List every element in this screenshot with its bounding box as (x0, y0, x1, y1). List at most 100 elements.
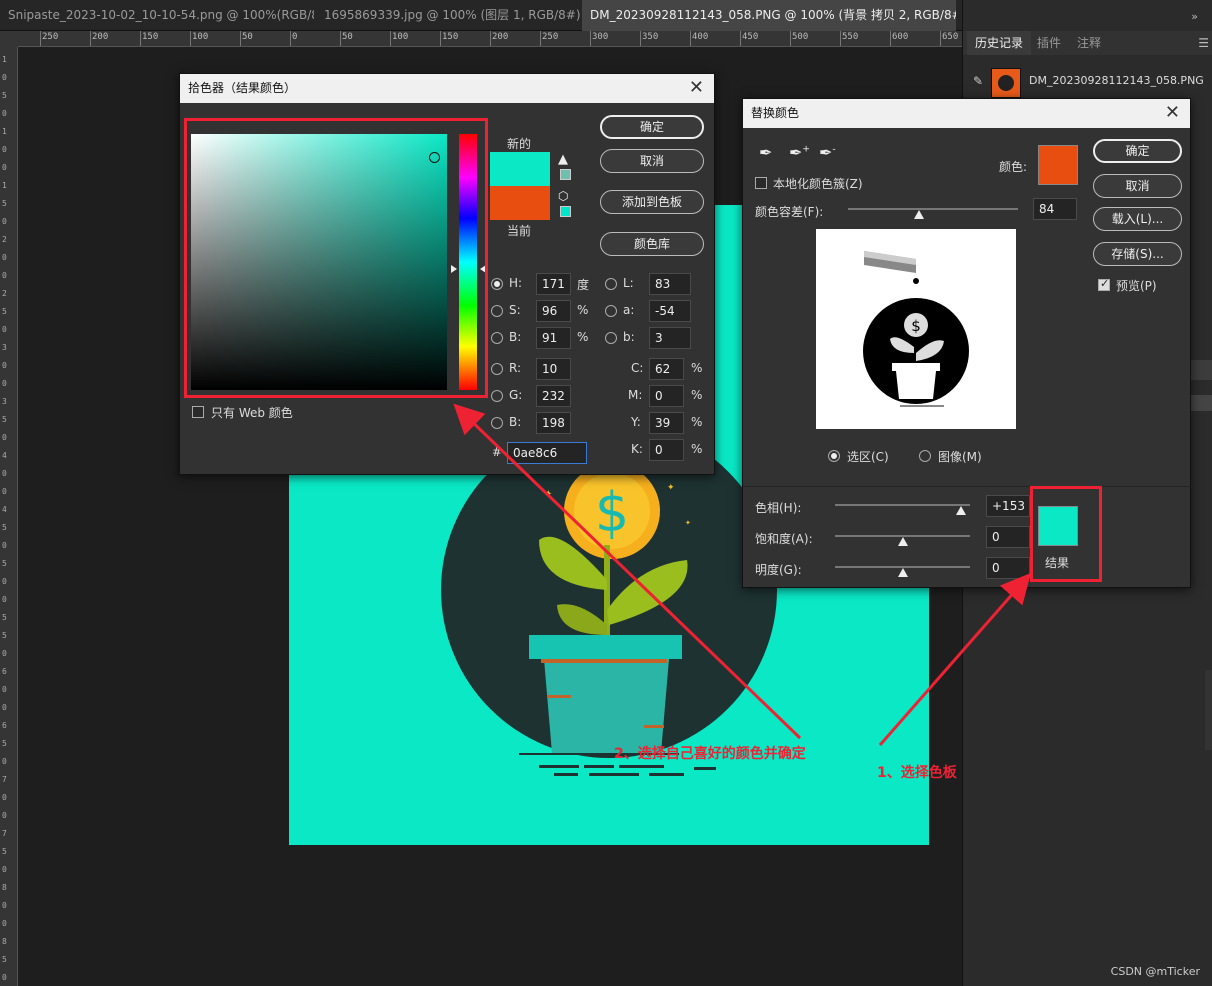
gamut-swatch[interactable] (560, 169, 571, 180)
lab-l-input[interactable]: 83 (649, 273, 691, 295)
radio-lab-a[interactable] (605, 305, 617, 317)
black-input[interactable]: 0 (649, 439, 684, 461)
panel-strip-lower (1205, 670, 1212, 750)
cyan-unit: % (691, 361, 703, 375)
fuzziness-thumb[interactable] (914, 210, 925, 219)
hue-shift-input[interactable]: +153 (986, 495, 1030, 517)
radio-brightness[interactable] (491, 332, 503, 344)
tab-plugins[interactable]: 插件 (1029, 31, 1069, 55)
fuzziness-slider[interactable] (848, 208, 1018, 210)
warning-icon[interactable]: ▲ (558, 152, 568, 167)
dialog-title: 替换颜色 (751, 106, 800, 120)
ruler-tick-label: 0 (2, 973, 7, 982)
web-safe-swatch[interactable] (560, 206, 571, 217)
saturation-input[interactable]: 0 (986, 526, 1030, 548)
localized-clusters-checkbox[interactable] (755, 177, 767, 189)
saturation-thumb[interactable] (897, 537, 908, 546)
eyedropper-plus-icon[interactable]: ✒+ (789, 143, 810, 162)
green-input[interactable]: 232 (536, 385, 571, 407)
tab-dm-active[interactable]: DM_20230928112143_058.PNG @ 100% (背景 拷贝 … (582, 0, 956, 31)
yellow-unit: % (691, 415, 703, 429)
dialog-titlebar[interactable]: 拾色器（结果颜色） ✕ (180, 74, 714, 103)
ruler-tick-label: 5 (2, 739, 7, 748)
fuzziness-label: 颜色容差(F): (755, 205, 824, 219)
ruler-tick-line (140, 31, 141, 46)
lightness-thumb[interactable] (897, 568, 908, 577)
history-item[interactable]: ✎ DM_20230928112143_058.PNG (963, 64, 1212, 98)
selection-label: 选区(C) (847, 450, 889, 464)
fuzziness-input[interactable]: 84 (1033, 198, 1077, 220)
panel-menu-icon[interactable]: ☰ (1198, 36, 1209, 50)
current-color-swatch[interactable] (490, 186, 550, 220)
radio-selection[interactable] (828, 450, 840, 462)
eyedropper-minus-icon[interactable]: ✒- (819, 143, 836, 162)
ruler-tick-line (690, 31, 691, 46)
ruler-tick-label: 100 (192, 32, 209, 42)
ruler-tick-label: 2 (2, 235, 7, 244)
lab-a-input[interactable]: -54 (649, 300, 691, 322)
magenta-label: M: (628, 388, 643, 402)
radio-saturation[interactable] (491, 305, 503, 317)
result-color-swatch[interactable] (1038, 506, 1078, 546)
save-button[interactable]: 存储(S)... (1093, 242, 1182, 266)
cyan-input[interactable]: 62 (649, 358, 684, 380)
radio-lightness[interactable] (605, 278, 617, 290)
tab-notes[interactable]: 注释 (1069, 31, 1109, 55)
lightness-input[interactable]: 0 (986, 557, 1030, 579)
lab-a-label: a: (623, 303, 635, 317)
saturation-input[interactable]: 96 (536, 300, 571, 322)
web-only-checkbox[interactable] (192, 406, 204, 418)
web-only-label: 只有 Web 颜色 (211, 406, 293, 420)
red-input[interactable]: 10 (536, 358, 571, 380)
radio-hue[interactable] (491, 278, 503, 290)
lab-b-input[interactable]: 3 (649, 327, 691, 349)
black-label: K: (631, 442, 643, 456)
cancel-button[interactable]: 取消 (600, 149, 704, 173)
add-to-swatches-button[interactable]: 添加到色板 (600, 190, 704, 214)
yellow-label: Y: (631, 415, 641, 429)
radio-lab-b[interactable] (605, 332, 617, 344)
panel-scrollbar[interactable] (1191, 360, 1212, 380)
svg-text:✦: ✦ (685, 519, 691, 527)
ruler-tick-label: 0 (2, 901, 7, 910)
hex-input[interactable]: 0ae8c6 (507, 442, 587, 464)
radio-image[interactable] (919, 450, 931, 462)
close-icon[interactable]: ✕ (689, 74, 704, 102)
color-libraries-button[interactable]: 颜色库 (600, 232, 704, 256)
hue-input[interactable]: 171 (536, 273, 571, 295)
cube-icon[interactable]: ⬡ (558, 189, 568, 203)
tab-1695869339[interactable]: 1695869339.jpg @ 100% (图层 1, RGB/8#)× (316, 0, 580, 31)
history-thumbnail (991, 68, 1021, 98)
radio-red[interactable] (491, 363, 503, 375)
target-color-swatch[interactable] (1038, 145, 1078, 185)
ruler-tick-label: 5 (2, 415, 7, 424)
hue-shift-thumb[interactable] (955, 506, 966, 515)
ruler-tick-label: 0 (2, 865, 7, 874)
eyedropper-icon[interactable]: ✒ (759, 143, 772, 162)
cancel-button[interactable]: 取消 (1093, 174, 1182, 198)
blue-input[interactable]: 198 (536, 412, 571, 434)
svg-text:$: $ (911, 317, 921, 335)
ruler-tick-label: 0 (2, 793, 7, 802)
yellow-input[interactable]: 39 (649, 412, 684, 434)
radio-green[interactable] (491, 390, 503, 402)
close-icon[interactable]: ✕ (1165, 99, 1180, 127)
brightness-input[interactable]: 91 (536, 327, 571, 349)
dialog-titlebar[interactable]: 替换颜色 ✕ (743, 99, 1190, 128)
collapse-icon[interactable]: » (1191, 10, 1198, 23)
load-button[interactable]: 载入(L)... (1093, 207, 1182, 231)
ruler-tick-label: 0 (2, 253, 7, 262)
ruler-tick-label: 0 (2, 109, 7, 118)
ruler-tick-line (890, 31, 891, 46)
tab-snipaste[interactable]: Snipaste_2023-10-02_10-10-54.png @ 100%(… (0, 0, 314, 31)
ok-button[interactable]: 确定 (1093, 139, 1182, 163)
ruler-tick-label: 300 (592, 32, 609, 42)
history-item-label: DM_20230928112143_058.PNG (1029, 74, 1204, 87)
magenta-input[interactable]: 0 (649, 385, 684, 407)
preview-checkbox[interactable] (1098, 277, 1110, 291)
tab-history[interactable]: 历史记录 (967, 31, 1032, 55)
ok-button[interactable]: 确定 (600, 115, 704, 139)
radio-blue[interactable] (491, 417, 503, 429)
hue-shift-slider[interactable] (835, 504, 970, 506)
ruler-tick-line (290, 31, 291, 46)
